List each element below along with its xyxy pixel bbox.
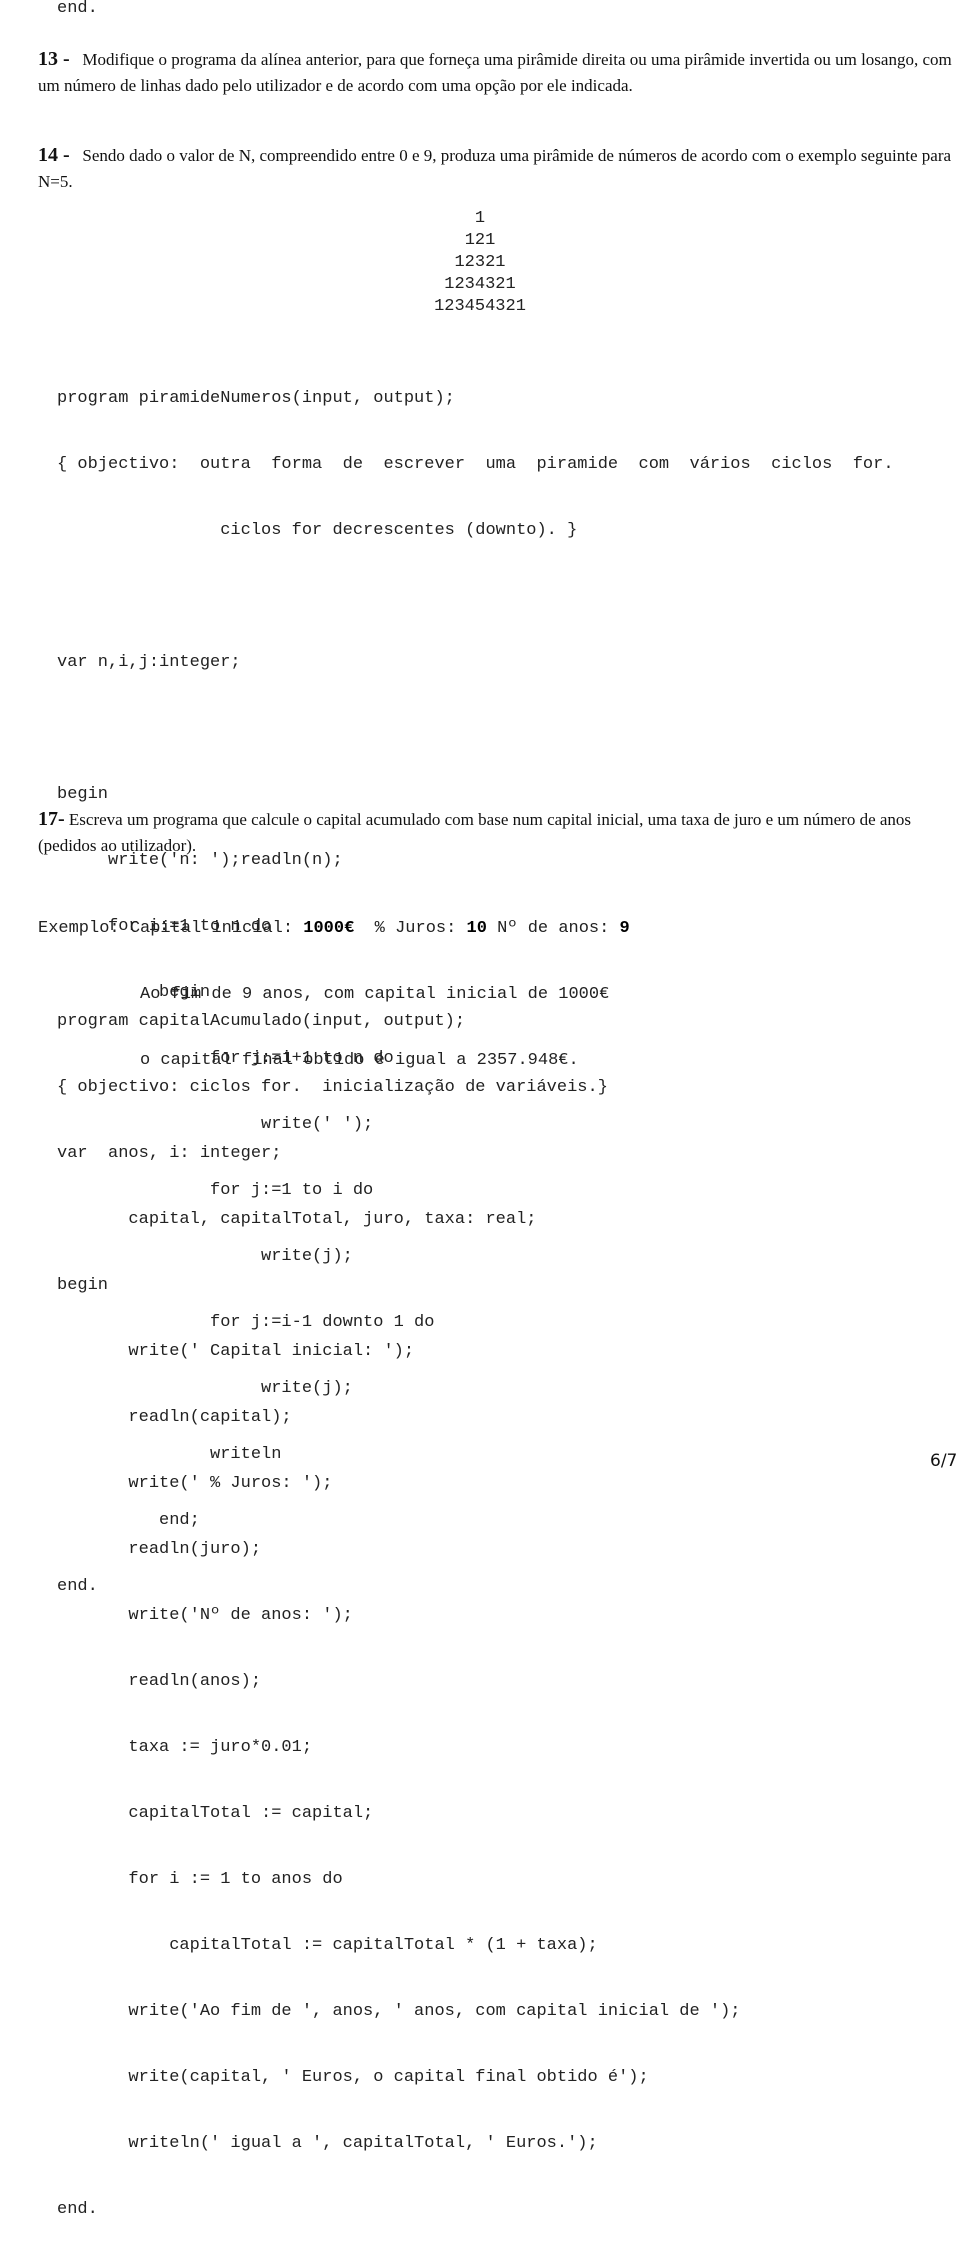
code-line: var n,i,j:integer; (57, 653, 241, 672)
question-13-text: Modifique o programa da alínea anterior,… (38, 50, 952, 95)
question-17-text: Escreva um programa que calcule o capita… (38, 810, 912, 855)
code-line: capitalTotal := capitalTotal * (1 + taxa… (57, 1936, 598, 1955)
code-line: write(capital, ' Euros, o capital final … (57, 2068, 649, 2087)
code-line: write(' % Juros: '); (57, 1474, 333, 1493)
code-line: write('Nº de anos: '); (57, 1606, 353, 1625)
code-line: readln(capital); (57, 1408, 292, 1427)
code-line: begin (57, 1276, 109, 1295)
code-line: ciclos for decrescentes (downto). } (57, 521, 578, 540)
example-label: Exemplo: (38, 919, 130, 938)
code-block-capital: program capitalAcumulado(input, output);… (57, 967, 741, 2243)
pyramid-row: 121 (464, 231, 496, 250)
example-text: % Juros: (354, 919, 467, 938)
question-17: 17- Escreva um programa que calcule o ca… (38, 806, 960, 859)
example-line-1: Exemplo: Capital inicial: 1000€ % Juros:… (38, 918, 630, 940)
code-line: writeln(' igual a ', capitalTotal, ' Eur… (57, 2134, 598, 2153)
code-line: taxa := juro*0.01; (57, 1738, 313, 1757)
code-line: program piramideNumeros(input, output); (57, 389, 455, 408)
code-line: readln(juro); (57, 1540, 262, 1559)
pyramid-row: 12321 (454, 253, 506, 272)
code-line: ​ (57, 718, 894, 740)
example-capital-value: 1000€ (303, 919, 355, 938)
code-line: var anos, i: integer; (57, 1144, 282, 1163)
code-line: program capitalAcumulado(input, output); (57, 1012, 466, 1031)
question-14-text: Sendo dado o valor de N, compreendido en… (38, 146, 952, 191)
code-line: ​ (57, 586, 894, 608)
previous-code-end: end. (57, 0, 98, 18)
code-line: capitalTotal := capital; (57, 1804, 374, 1823)
code-line: capital, capitalTotal, juro, taxa: real; (57, 1210, 537, 1229)
example-juros-value: 10 (466, 919, 487, 938)
code-line: begin (57, 785, 109, 804)
code-line: write('Ao fim de ', anos, ' anos, com ca… (57, 2002, 741, 2021)
page-number: 6/7 (930, 1451, 958, 1471)
code-line: write(' Capital inicial: '); (57, 1342, 415, 1361)
question-17-number: 17- (38, 808, 65, 830)
pyramid-row: 123454321 (434, 297, 526, 316)
example-anos-value: 9 (619, 919, 630, 938)
pyramid-row: 1234321 (444, 275, 516, 294)
example-text: Capital inicial: (129, 919, 304, 938)
code-line: { objectivo: ciclos for. inicialização d… (57, 1078, 608, 1097)
example-text: Nº de anos: (486, 919, 620, 938)
question-13: 13 - Modifique o programa da alínea ante… (38, 46, 960, 99)
code-line: readln(anos); (57, 1672, 262, 1691)
code-line: { objectivo: outra forma de escrever uma… (57, 455, 894, 474)
question-13-number: 13 - (38, 48, 70, 70)
pyramid-row: 1 (474, 209, 486, 228)
question-14-number: 14 - (38, 144, 70, 166)
code-line: end. (57, 2200, 98, 2219)
question-14: 14 - Sendo dado o valor de N, compreendi… (38, 142, 960, 195)
code-line: for i := 1 to anos do (57, 1870, 343, 1889)
